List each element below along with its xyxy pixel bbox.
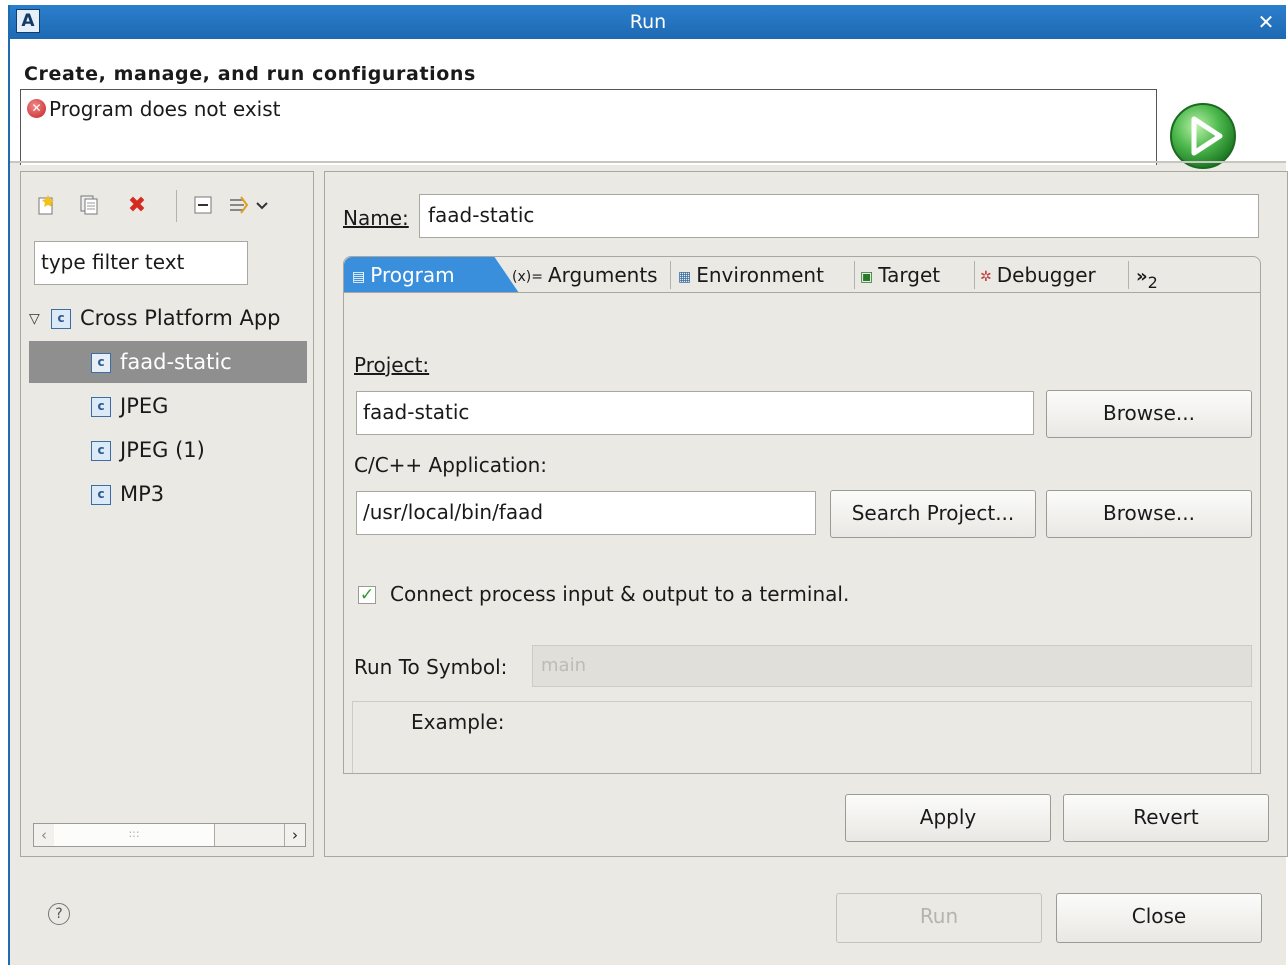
tab-target-label: Target	[878, 263, 941, 287]
name-label-text: Name:	[343, 206, 409, 230]
scroll-right-icon[interactable]: ›	[284, 824, 305, 846]
tree-item-label: MP3	[120, 482, 165, 506]
filter-input[interactable]: type filter text	[34, 241, 248, 285]
tab-target[interactable]: ▣ Target	[860, 257, 940, 293]
project-label: Project:	[354, 353, 429, 377]
run-to-symbol-input: main	[532, 645, 1252, 687]
toolbar-separator	[176, 190, 177, 222]
tab-overflow-button[interactable]: »2	[1136, 257, 1158, 293]
c-project-icon: c	[91, 485, 111, 505]
c-project-icon: c	[91, 353, 111, 373]
tab-debugger-label: Debugger	[996, 263, 1096, 287]
config-editor-panel: Name: faad-static ▤ Program (x)= Arguments…	[324, 171, 1288, 857]
tree-group-label: Cross Platform App	[80, 306, 281, 330]
application-input[interactable]: /usr/local/bin/faad	[356, 491, 816, 535]
application-label: C/C++ Application:	[354, 453, 548, 477]
terminal-checkbox-label[interactable]: Connect process input & output to a term…	[390, 582, 849, 606]
example-label: Example:	[411, 710, 505, 734]
project-input[interactable]: faad-static	[356, 391, 1034, 435]
application-browse-button[interactable]: Browse...	[1046, 490, 1252, 538]
tree-group-cross-platform-app[interactable]: ▽ c Cross Platform App	[29, 297, 281, 339]
tab-program[interactable]: ▤ Program	[344, 257, 519, 293]
project-browse-button[interactable]: Browse...	[1046, 390, 1252, 438]
tab-environment[interactable]: ▦ Environment	[678, 257, 824, 293]
run-button: Run	[836, 893, 1042, 943]
run-to-symbol-label: Run To Symbol:	[354, 655, 508, 679]
help-icon[interactable]: ?	[48, 903, 70, 925]
tree-item-label: faad-static	[120, 350, 232, 374]
close-button[interactable]: Close	[1056, 893, 1262, 943]
close-window-button[interactable]: ✕	[1252, 8, 1280, 36]
tab-separator	[670, 261, 671, 289]
tree-item-label: JPEG	[120, 394, 169, 418]
filter-icon[interactable]	[227, 194, 271, 218]
project-label-text: Project:	[354, 353, 430, 377]
search-project-button[interactable]: Search Project...	[830, 490, 1036, 538]
c-project-icon: c	[91, 441, 111, 461]
arguments-tab-icon: (x)=	[512, 268, 543, 285]
dialog-header: Create, manage, and run configurations ✕…	[10, 39, 1286, 169]
tab-separator	[854, 261, 855, 289]
tab-separator	[974, 261, 975, 289]
scroll-thumb[interactable]: :::	[54, 824, 215, 846]
tab-strip: ▤ Program (x)= Arguments ▦ Environment ▣ Tar…	[343, 256, 1261, 293]
collapse-all-icon[interactable]	[191, 194, 215, 218]
delete-icon[interactable]: ✖	[125, 194, 149, 218]
error-icon: ✕	[27, 99, 46, 118]
duplicate-icon[interactable]	[77, 194, 101, 218]
revert-button[interactable]: Revert	[1063, 794, 1269, 842]
environment-tab-icon: ▦	[678, 268, 692, 285]
tab-debugger[interactable]: ✲ Debugger	[980, 257, 1096, 293]
target-tab-icon: ▣	[860, 268, 874, 285]
name-label: Name:	[343, 206, 409, 230]
window-title: Run	[629, 11, 667, 33]
expand-toggle-icon[interactable]: ▽	[29, 298, 51, 340]
tree-item-label: JPEG (1)	[120, 438, 205, 462]
header-divider	[10, 161, 1286, 163]
tab-program-label: Program	[370, 263, 455, 287]
header-title: Create, manage, and run configurations	[24, 63, 476, 85]
name-field[interactable]: faad-static	[419, 194, 1259, 238]
overflow-chevron-icon: »	[1136, 266, 1148, 287]
debugger-tab-icon: ✲	[980, 268, 992, 285]
tab-separator	[1128, 261, 1129, 289]
tree-item-jpeg[interactable]: c JPEG	[29, 385, 168, 427]
c-project-icon: c	[51, 309, 71, 329]
program-tab-content: Project: faad-static Browse... C/C++ App…	[343, 292, 1261, 774]
tab-arguments[interactable]: (x)= Arguments	[512, 257, 658, 293]
config-list-panel: ✖ type filter text ▽ c Cross Platform App …	[20, 171, 314, 857]
c-project-icon: c	[91, 397, 111, 417]
message-area: ✕ Program does not exist	[20, 89, 1157, 165]
title-bar: A Run ✕	[10, 5, 1286, 39]
overflow-count: 2	[1147, 273, 1158, 292]
error-message: Program does not exist	[49, 97, 281, 121]
apply-button[interactable]: Apply	[845, 794, 1051, 842]
tree-item-jpeg-1[interactable]: c JPEG (1)	[29, 429, 205, 471]
tab-arguments-label: Arguments	[547, 263, 658, 287]
terminal-checkbox[interactable]: ✓	[358, 586, 376, 604]
horizontal-scrollbar[interactable]: ‹ ::: ›	[33, 823, 306, 847]
scroll-left-icon[interactable]: ‹	[34, 824, 54, 846]
program-tab-icon: ▤	[352, 268, 366, 285]
example-box: Example:	[352, 701, 1252, 773]
tree-item-faad-static[interactable]: c faad-static	[29, 341, 307, 383]
new-config-icon[interactable]	[35, 194, 59, 218]
tree-item-mp3[interactable]: c MP3	[29, 473, 164, 515]
tab-environment-label: Environment	[696, 263, 824, 287]
run-dialog: A Run ✕ Create, manage, and run configur…	[8, 5, 1288, 965]
